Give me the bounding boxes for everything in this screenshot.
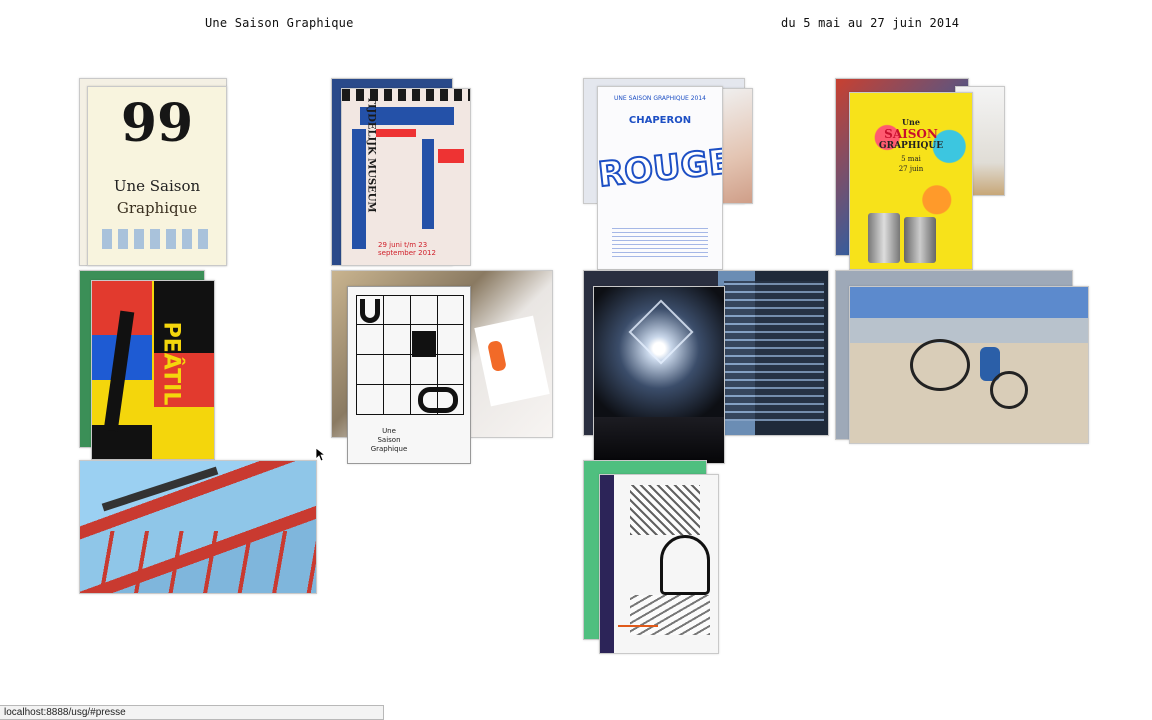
poster-stack-99[interactable]: 99 Une Saison Graphique [79, 78, 229, 268]
poster-stack-tijdelijk[interactable]: TIJDELIJK MUSEUM 29 juni t/m 23 septembe… [331, 78, 473, 268]
mouse-pointer-icon [316, 448, 326, 462]
poster-illustrated [599, 474, 719, 654]
poster-chaperon-head: UNE SAISON GRAPHIQUE 2014 [614, 95, 706, 102]
photo-stack-bike-polo[interactable] [835, 270, 1090, 446]
poster-tijdelijk-dates: 29 juni t/m 23 september 2012 [378, 241, 436, 257]
poster-tijdelijk-name: TIJDELIJK MUSEUM [365, 96, 377, 213]
poster-yellow-date2: 27 juin [898, 165, 924, 173]
poster-99-number: 99 [120, 93, 194, 154]
poster-yellow: Une SAISON GRAPHIQUE 5 mai 27 juin [849, 92, 973, 270]
poster-typographic: Une Saison Graphique [347, 286, 471, 464]
poster-stack-illustrated[interactable] [583, 460, 719, 655]
poster-stack-typographic[interactable]: Une Saison Graphique [331, 270, 553, 464]
photo-bike-polo [849, 286, 1089, 444]
poster-chaperon-rouge: UNE SAISON GRAPHIQUE 2014 CHAPERON ROUGE [597, 86, 723, 270]
poster-chaperon-big: ROUGE [597, 141, 723, 197]
poster-chaperon-sub: CHAPERON [628, 115, 692, 126]
poster-99-line1: Une Saison [113, 177, 201, 195]
poster-tijdelijk: TIJDELIJK MUSEUM 29 juni t/m 23 septembe… [341, 88, 471, 266]
poster-yellow-line3: GRAPHIQUE [878, 141, 944, 151]
poster-typographic-line3: Graphique [370, 445, 408, 453]
photo-red-structure[interactable] [79, 460, 317, 595]
site-title: Une Saison Graphique [205, 16, 354, 30]
poster-99-line2: Graphique [116, 199, 198, 217]
poster-stack-peatil[interactable]: PEÂTIL [79, 270, 216, 462]
event-dates: du 5 mai au 27 juin 2014 [781, 16, 960, 30]
poster-yellow-line2: SAISON [884, 127, 938, 141]
poster-typographic-line2: Saison [377, 436, 401, 444]
poster-peatil: PEÂTIL [91, 280, 215, 460]
status-bar-url: localhost:8888/usg/#presse [0, 705, 384, 720]
poster-99: 99 Une Saison Graphique [87, 86, 227, 266]
poster-yellow-date1: 5 mai [901, 155, 921, 163]
photo-stack-cube[interactable] [583, 270, 829, 464]
poster-peatil-word: PEÂTIL [158, 321, 184, 406]
poster-stack-yellow[interactable]: Une SAISON GRAPHIQUE 5 mai 27 juin [835, 78, 1007, 270]
poster-stack-chaperon-rouge[interactable]: UNE SAISON GRAPHIQUE 2014 CHAPERON ROUGE [583, 78, 755, 270]
photo-cube-performance [593, 286, 725, 464]
photo-red-structure-image [79, 460, 317, 594]
poster-typographic-line1: Une [382, 427, 396, 435]
poster-yellow-line1: Une [902, 117, 920, 127]
